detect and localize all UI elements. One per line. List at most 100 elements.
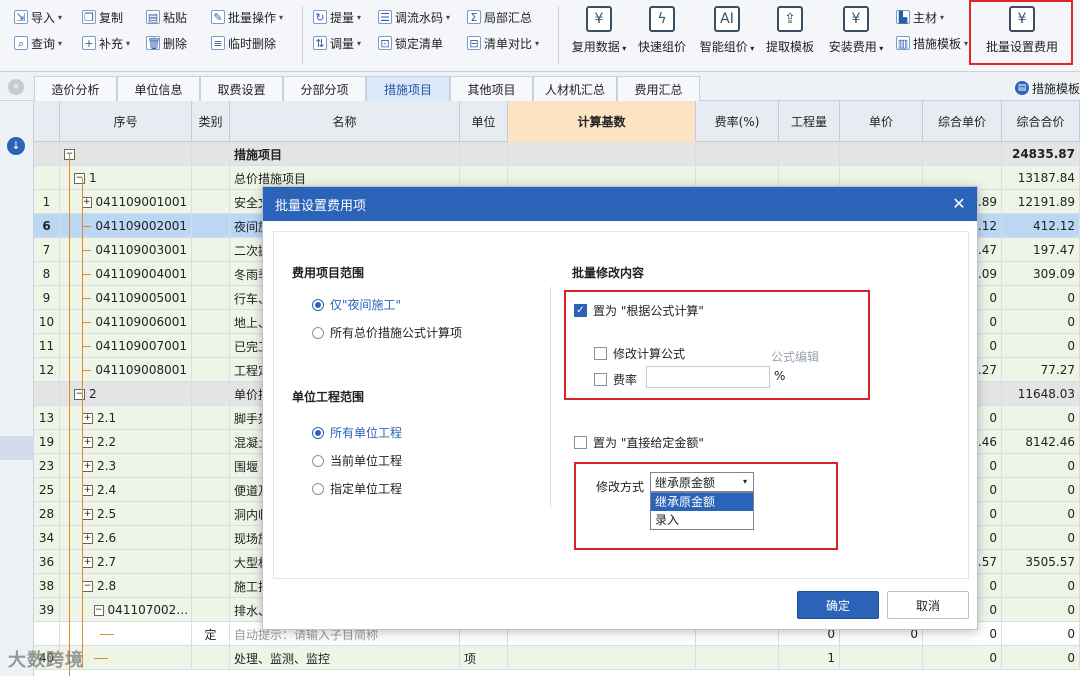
cell-total[interactable]: 3505.57 [1002,550,1080,574]
header-col-9[interactable]: 综合合价 [1002,101,1080,142]
tab-1[interactable]: 单位信息 [117,76,200,101]
cell-seq[interactable]: 041109003001 [60,238,192,262]
cell-cat[interactable] [192,406,230,430]
quick-price-button[interactable]: ϟ 快速组价 [634,4,690,68]
cell-cat[interactable] [192,550,230,574]
cell-cat[interactable] [192,574,230,598]
unit-all-radio[interactable]: 所有单位工程 [312,424,402,441]
cell-base[interactable] [508,646,696,670]
cell-seq[interactable]: +2.7 [60,550,192,574]
cell-cat[interactable] [192,214,230,238]
cell-total[interactable]: 0 [1002,622,1080,646]
quantity-up-button[interactable]: ↻ 提量 ▾ [313,6,361,28]
header-col-7[interactable]: 单价 [840,101,923,142]
cell-seq[interactable]: +2.2 [60,430,192,454]
mode-option-inherit[interactable]: 继承原金额 [651,493,753,511]
cell-cat[interactable] [192,142,230,166]
header-col-1[interactable]: 类别 [192,101,230,142]
cell-seq[interactable]: +2.3 [60,454,192,478]
rate-checkbox[interactable]: 费率 [594,371,637,388]
cell-cat[interactable] [192,286,230,310]
cell-seq[interactable]: +2.5 [60,502,192,526]
cell-seq[interactable]: 041109007001 [60,334,192,358]
extract-template-button[interactable]: ⇪ 提取模板 [762,4,818,68]
unit-specified-radio[interactable]: 指定单位工程 [312,480,402,497]
cell-total[interactable]: 0 [1002,526,1080,550]
cell-cup[interactable] [923,142,1002,166]
supplement-button[interactable]: + 补充 ▾ [82,32,130,54]
cell-base[interactable] [508,142,696,166]
collapse-icon[interactable]: − [82,580,93,592]
header-col-8[interactable]: 综合单价 [923,101,1002,142]
delete-button[interactable]: 🗑 删除 [146,32,187,54]
header-col-5[interactable]: 费率(%) [696,101,779,142]
cell-total[interactable]: 11648.03 [1002,382,1080,406]
header-col-6[interactable]: 工程量 [779,101,840,142]
smart-price-button[interactable]: AI 智能组价 ▾ [694,4,760,68]
mode-option-input[interactable]: 录入 [651,511,753,529]
header-col-3[interactable]: 单位 [460,101,508,142]
cell-seq[interactable]: +2.6 [60,526,192,550]
cell-total[interactable]: 77.27 [1002,358,1080,382]
tab-0[interactable]: 造价分析 [34,76,117,101]
cell-seq[interactable]: +2.4 [60,478,192,502]
cell-total[interactable]: 13187.84 [1002,166,1080,190]
header-col-2[interactable]: 名称 [230,101,460,142]
cell-cup[interactable]: 0 [923,646,1002,670]
cell-total[interactable]: 12191.89 [1002,190,1080,214]
set-fixed-checkbox[interactable]: 置为 "直接给定金额" [574,434,704,451]
rate-input[interactable] [646,366,770,388]
main-material-button[interactable]: ▙ 主材 ▾ [896,6,944,28]
cell-total[interactable]: 0 [1002,646,1080,670]
cancel-button[interactable]: 取消 [887,591,969,619]
scope-only-night-radio[interactable]: 仅"夜间施工" [312,296,401,313]
cell-total[interactable]: 8142.46 [1002,430,1080,454]
cell-cat[interactable] [192,430,230,454]
collapse-icon[interactable]: − [74,388,85,400]
modify-formula-checkbox[interactable]: 修改计算公式 [594,345,685,362]
measure-template-link[interactable]: ▤ 措施模板 [1014,78,1080,98]
serial-adjust-button[interactable]: ☰ 调流水码 ▾ [378,6,450,28]
cell-cat[interactable] [192,238,230,262]
cell-total[interactable]: 0 [1002,454,1080,478]
tab-7[interactable]: 费用汇总 [617,76,700,101]
cell-seq[interactable]: − [60,142,192,166]
tab-3[interactable]: 分部分项 [283,76,366,101]
cell-seq[interactable] [60,622,192,646]
quantity-adjust-button[interactable]: ⇅ 调量 ▾ [313,32,361,54]
temp-delete-button[interactable]: ≡ 临时删除 [211,32,276,54]
cell-up[interactable] [840,142,923,166]
cell-seq[interactable]: 041109005001 [60,286,192,310]
query-button[interactable]: ⌕ 查询 ▾ [14,32,62,54]
expand-icon[interactable]: + [82,460,93,472]
cell-cat[interactable] [192,454,230,478]
expand-icon[interactable]: + [82,556,93,568]
cell-unit[interactable]: 项 [460,646,508,670]
ok-button[interactable]: 确定 [797,591,879,619]
tab-6[interactable]: 人材机汇总 [533,76,617,101]
cell-cat[interactable] [192,646,230,670]
expand-icon[interactable]: + [82,196,92,208]
cell-up[interactable] [840,646,923,670]
expand-icon[interactable]: + [82,508,93,520]
expand-icon[interactable]: + [82,484,93,496]
list-compare-button[interactable]: ⊟ 清单对比 ▾ [467,32,539,54]
paste-button[interactable]: ▤ 粘贴 [146,6,187,28]
formula-edit-link[interactable]: 公式编辑 [771,348,819,365]
cell-seq[interactable]: 041109006001 [60,310,192,334]
cell-seq[interactable]: −041107002… [60,598,192,622]
batch-op-button[interactable]: ✎ 批量操作 ▾ [211,6,283,28]
cell-total[interactable]: 0 [1002,598,1080,622]
cell-total[interactable]: 197.47 [1002,238,1080,262]
lock-list-button[interactable]: ⊡ 锁定清单 [378,32,443,54]
cell-cat[interactable] [192,190,230,214]
cell-qty[interactable] [779,142,840,166]
cell-cat[interactable] [192,526,230,550]
copy-button[interactable]: ❐ 复制 [82,6,123,28]
header-col-0[interactable]: 序号 [60,101,192,142]
install-fee-button[interactable]: ¥ 安装费用 ▾ [823,4,889,68]
cell-cat[interactable]: 定 [192,622,230,646]
scope-all-radio[interactable]: 所有总价措施公式计算项 [312,324,462,341]
cell-seq[interactable]: −2.8 [60,574,192,598]
cell-seq[interactable]: +2.1 [60,406,192,430]
